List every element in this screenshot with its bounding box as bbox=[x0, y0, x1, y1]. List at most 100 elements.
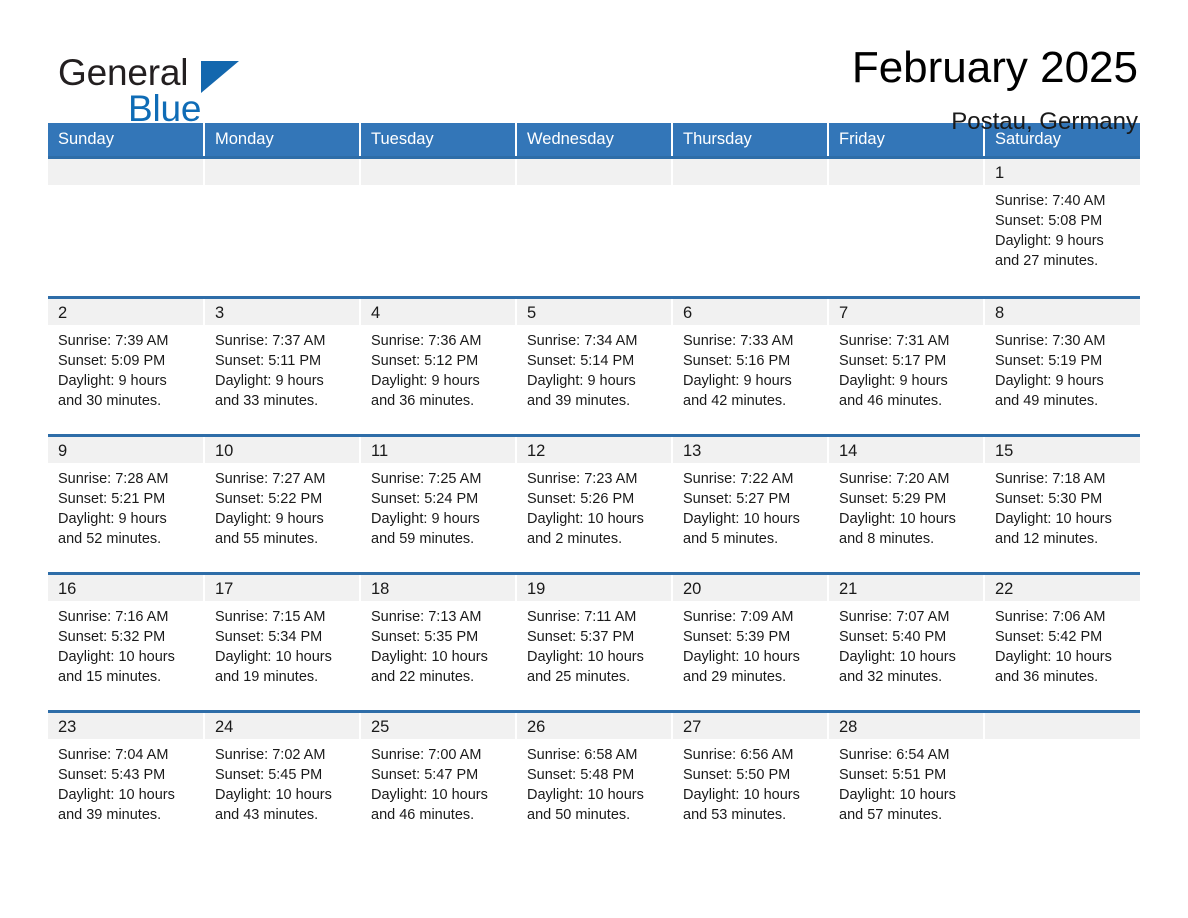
daylight-text: Daylight: 10 hours and 43 minutes. bbox=[215, 787, 332, 823]
calendar-day-cell[interactable]: 21 Sunrise: 7:07 AM Sunset: 5:40 PM Dayligh… bbox=[828, 572, 985, 712]
day-number: 10 bbox=[205, 437, 359, 463]
calendar-day-cell[interactable]: 25 Sunrise: 7:00 AM Sunset: 5:47 PM Dayligh… bbox=[360, 710, 517, 848]
general-blue-logo[interactable]: General Blue bbox=[48, 46, 348, 129]
calendar-day-cell[interactable]: 14 Sunrise: 7:20 AM Sunset: 5:29 PM Dayligh… bbox=[828, 434, 985, 574]
calendar-day-cell[interactable]: 24 Sunrise: 7:02 AM Sunset: 5:45 PM Dayligh… bbox=[204, 710, 361, 848]
calendar-day-cell[interactable]: 18 Sunrise: 7:13 AM Sunset: 5:35 PM Dayligh… bbox=[360, 572, 517, 712]
weekday-header-wednesday: Wednesday bbox=[516, 123, 673, 158]
calendar-day-cell[interactable]: 15 Sunrise: 7:18 AM Sunset: 5:30 PM Dayligh… bbox=[984, 434, 1140, 574]
sunrise-text: Sunrise: 7:15 AM bbox=[215, 609, 326, 625]
sunset-text: Sunset: 5:11 PM bbox=[215, 353, 322, 369]
calendar-day-cell[interactable]: 9 Sunrise: 7:28 AM Sunset: 5:21 PM Daylight… bbox=[48, 434, 205, 574]
day-number bbox=[517, 159, 671, 185]
daylight-text: Daylight: 10 hours and 50 minutes. bbox=[527, 787, 644, 823]
day-details: Sunrise: 7:13 AM Sunset: 5:35 PM Daylight:… bbox=[361, 601, 515, 687]
calendar-day-cell[interactable]: 2 Sunrise: 7:39 AM Sunset: 5:09 PM Daylight… bbox=[48, 296, 205, 436]
day-details: Sunrise: 7:30 AM Sunset: 5:19 PM Daylight:… bbox=[985, 325, 1140, 411]
sunrise-text: Sunrise: 6:58 AM bbox=[527, 747, 638, 763]
day-number: 23 bbox=[48, 713, 203, 739]
day-number: 7 bbox=[829, 299, 983, 325]
page-header: General Blue February 2025 Postau, Germa… bbox=[48, 0, 1140, 136]
sunset-text: Sunset: 5:50 PM bbox=[683, 767, 791, 783]
sunset-text: Sunset: 5:27 PM bbox=[683, 491, 791, 507]
day-number: 18 bbox=[361, 575, 515, 601]
day-number: 17 bbox=[205, 575, 359, 601]
sunset-text: Sunset: 5:40 PM bbox=[839, 629, 947, 645]
sunset-text: Sunset: 5:48 PM bbox=[527, 767, 635, 783]
daylight-text: Daylight: 10 hours and 36 minutes. bbox=[995, 649, 1112, 685]
calendar-day-cell[interactable]: 19 Sunrise: 7:11 AM Sunset: 5:37 PM Dayligh… bbox=[516, 572, 673, 712]
calendar-day-cell[interactable]: 20 Sunrise: 7:09 AM Sunset: 5:39 PM Dayligh… bbox=[672, 572, 829, 712]
sunrise-text: Sunrise: 7:06 AM bbox=[995, 609, 1106, 625]
day-details: Sunrise: 6:56 AM Sunset: 5:50 PM Daylight:… bbox=[673, 739, 827, 825]
weekday-header-tuesday: Tuesday bbox=[360, 123, 517, 158]
sunset-text: Sunset: 5:34 PM bbox=[215, 629, 323, 645]
calendar-day-cell[interactable]: 8 Sunrise: 7:30 AM Sunset: 5:19 PM Daylight… bbox=[984, 296, 1140, 436]
sunrise-text: Sunrise: 7:30 AM bbox=[995, 333, 1106, 349]
day-details: Sunrise: 7:18 AM Sunset: 5:30 PM Daylight:… bbox=[985, 463, 1140, 549]
day-number: 24 bbox=[205, 713, 359, 739]
calendar-day-cell-empty bbox=[204, 156, 361, 298]
calendar-week-row: 2 Sunrise: 7:39 AM Sunset: 5:09 PM Daylight… bbox=[48, 296, 1140, 436]
day-number: 26 bbox=[517, 713, 671, 739]
sunset-text: Sunset: 5:45 PM bbox=[215, 767, 323, 783]
sunrise-text: Sunrise: 7:33 AM bbox=[683, 333, 794, 349]
calendar-day-cell[interactable]: 28 Sunrise: 6:54 AM Sunset: 5:51 PM Dayligh… bbox=[828, 710, 985, 848]
calendar-day-cell[interactable]: 26 Sunrise: 6:58 AM Sunset: 5:48 PM Dayligh… bbox=[516, 710, 673, 848]
day-number: 9 bbox=[48, 437, 203, 463]
calendar-day-cell[interactable]: 4 Sunrise: 7:36 AM Sunset: 5:12 PM Daylight… bbox=[360, 296, 517, 436]
day-number: 8 bbox=[985, 299, 1140, 325]
calendar-day-cell[interactable]: 12 Sunrise: 7:23 AM Sunset: 5:26 PM Dayligh… bbox=[516, 434, 673, 574]
calendar-day-cell[interactable]: 3 Sunrise: 7:37 AM Sunset: 5:11 PM Daylight… bbox=[204, 296, 361, 436]
sunrise-text: Sunrise: 7:23 AM bbox=[527, 471, 638, 487]
daylight-text: Daylight: 10 hours and 53 minutes. bbox=[683, 787, 800, 823]
calendar-day-cell[interactable]: 6 Sunrise: 7:33 AM Sunset: 5:16 PM Daylight… bbox=[672, 296, 829, 436]
sunset-text: Sunset: 5:39 PM bbox=[683, 629, 791, 645]
sunset-text: Sunset: 5:51 PM bbox=[839, 767, 947, 783]
sunrise-text: Sunrise: 6:56 AM bbox=[683, 747, 794, 763]
calendar-week-row: 1 Sunrise: 7:40 AM Sunset: 5:08 PM Daylight… bbox=[48, 156, 1140, 298]
calendar-day-cell-empty bbox=[360, 156, 517, 298]
day-number: 25 bbox=[361, 713, 515, 739]
calendar-day-cell[interactable]: 22 Sunrise: 7:06 AM Sunset: 5:42 PM Dayligh… bbox=[984, 572, 1140, 712]
daylight-text: Daylight: 10 hours and 2 minutes. bbox=[527, 511, 644, 547]
calendar-day-cell[interactable]: 5 Sunrise: 7:34 AM Sunset: 5:14 PM Daylight… bbox=[516, 296, 673, 436]
calendar-day-cell[interactable]: 16 Sunrise: 7:16 AM Sunset: 5:32 PM Dayligh… bbox=[48, 572, 205, 712]
day-number: 6 bbox=[673, 299, 827, 325]
sunset-text: Sunset: 5:21 PM bbox=[58, 491, 166, 507]
sunrise-text: Sunrise: 7:36 AM bbox=[371, 333, 482, 349]
day-number: 5 bbox=[517, 299, 671, 325]
calendar-day-cell[interactable]: 1 Sunrise: 7:40 AM Sunset: 5:08 PM Daylight… bbox=[984, 156, 1140, 298]
sunset-text: Sunset: 5:35 PM bbox=[371, 629, 479, 645]
day-number: 14 bbox=[829, 437, 983, 463]
day-details: Sunrise: 7:34 AM Sunset: 5:14 PM Daylight:… bbox=[517, 325, 671, 411]
day-number bbox=[205, 159, 359, 185]
day-details: Sunrise: 7:16 AM Sunset: 5:32 PM Daylight:… bbox=[48, 601, 203, 687]
calendar-day-cell[interactable]: 13 Sunrise: 7:22 AM Sunset: 5:27 PM Dayligh… bbox=[672, 434, 829, 574]
day-number: 3 bbox=[205, 299, 359, 325]
day-number: 12 bbox=[517, 437, 671, 463]
calendar-day-cell[interactable]: 23 Sunrise: 7:04 AM Sunset: 5:43 PM Dayligh… bbox=[48, 710, 205, 848]
calendar-day-cell[interactable]: 10 Sunrise: 7:27 AM Sunset: 5:22 PM Dayligh… bbox=[204, 434, 361, 574]
day-number bbox=[48, 159, 203, 185]
calendar-day-cell[interactable]: 27 Sunrise: 6:56 AM Sunset: 5:50 PM Dayligh… bbox=[672, 710, 829, 848]
day-number: 21 bbox=[829, 575, 983, 601]
daylight-text: Daylight: 10 hours and 29 minutes. bbox=[683, 649, 800, 685]
day-details: Sunrise: 7:02 AM Sunset: 5:45 PM Daylight:… bbox=[205, 739, 359, 825]
day-details: Sunrise: 7:11 AM Sunset: 5:37 PM Daylight:… bbox=[517, 601, 671, 687]
sunset-text: Sunset: 5:24 PM bbox=[371, 491, 479, 507]
calendar-week-row: 16 Sunrise: 7:16 AM Sunset: 5:32 PM Dayligh… bbox=[48, 572, 1140, 712]
day-number: 28 bbox=[829, 713, 983, 739]
daylight-text: Daylight: 10 hours and 19 minutes. bbox=[215, 649, 332, 685]
calendar-day-cell[interactable]: 11 Sunrise: 7:25 AM Sunset: 5:24 PM Dayligh… bbox=[360, 434, 517, 574]
sunset-text: Sunset: 5:26 PM bbox=[527, 491, 635, 507]
sunrise-text: Sunrise: 7:02 AM bbox=[215, 747, 326, 763]
daylight-text: Daylight: 10 hours and 8 minutes. bbox=[839, 511, 956, 547]
calendar-day-cell-empty bbox=[672, 156, 829, 298]
sunrise-text: Sunrise: 7:28 AM bbox=[58, 471, 169, 487]
calendar-day-cell[interactable]: 7 Sunrise: 7:31 AM Sunset: 5:17 PM Daylight… bbox=[828, 296, 985, 436]
calendar-day-cell[interactable]: 17 Sunrise: 7:15 AM Sunset: 5:34 PM Dayligh… bbox=[204, 572, 361, 712]
daylight-text: Daylight: 10 hours and 12 minutes. bbox=[995, 511, 1112, 547]
calendar-week-row: 23 Sunrise: 7:04 AM Sunset: 5:43 PM Dayligh… bbox=[48, 710, 1140, 848]
sunset-text: Sunset: 5:14 PM bbox=[527, 353, 635, 369]
